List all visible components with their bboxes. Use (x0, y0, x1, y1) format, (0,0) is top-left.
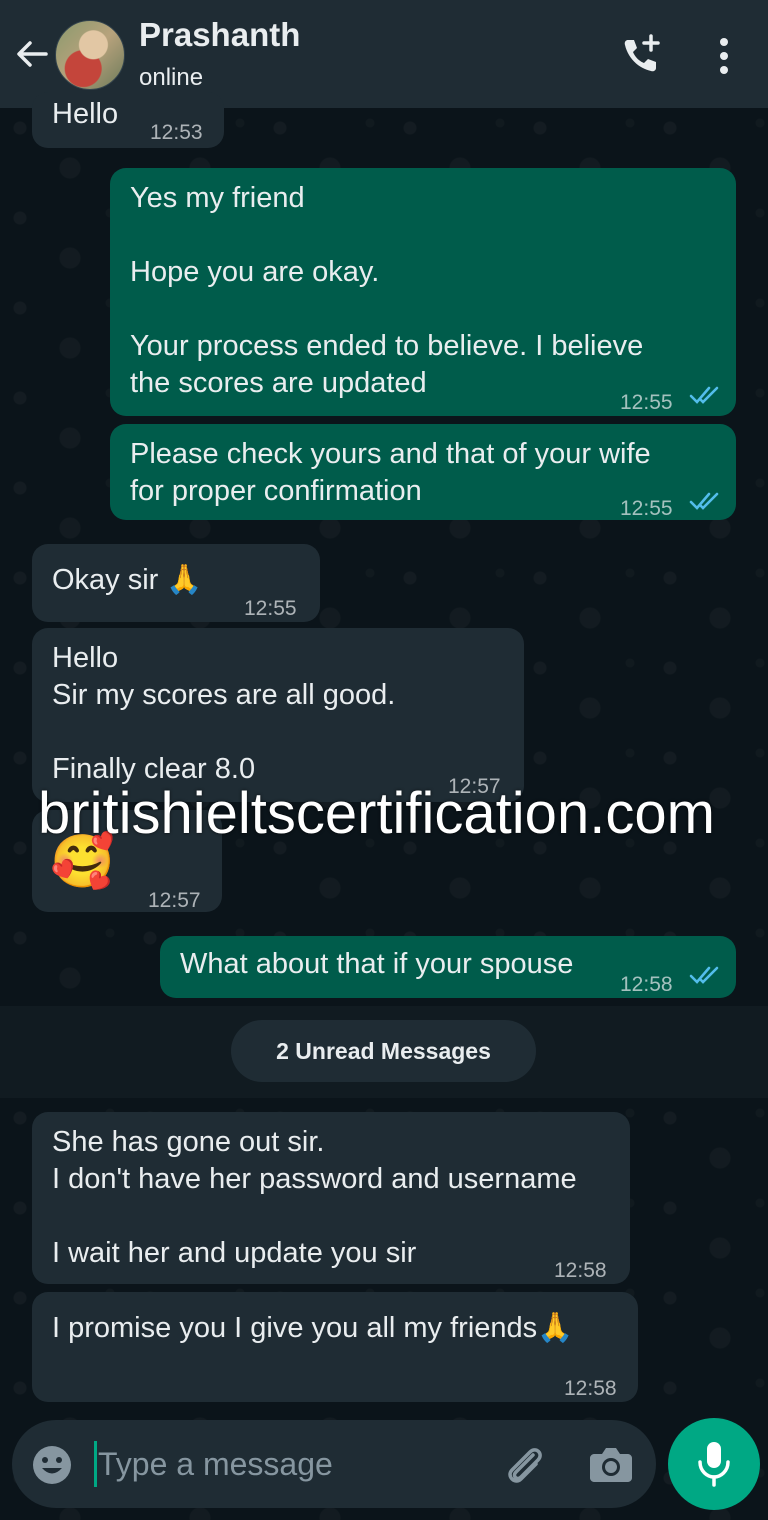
read-ticks-icon (689, 386, 719, 404)
message-text: Yes my friend Hope you are okay. Your pr… (130, 182, 644, 399)
message-text: What about that if your spouse (180, 948, 574, 980)
read-ticks-icon (689, 966, 719, 984)
mic-icon (698, 1442, 730, 1487)
message-text: Hello (52, 98, 119, 130)
message-input[interactable] (98, 1436, 458, 1492)
call-add-icon[interactable] (620, 32, 664, 76)
message-bubble-incoming[interactable]: Hello 12:53 (32, 92, 224, 148)
message-bubble-incoming[interactable]: Okay sir 🙏 12:55 (32, 544, 320, 622)
unread-messages-label: 2 Unread Messages (231, 1020, 536, 1082)
message-text: I promise you I give you all my friends🙏 (52, 1312, 574, 1344)
camera-icon[interactable] (588, 1442, 634, 1486)
message-time: 12:58 (620, 973, 673, 996)
read-ticks-icon (689, 492, 719, 510)
message-bubble-outgoing[interactable]: Please check yours and that of your wife… (110, 424, 736, 520)
message-bubble-incoming[interactable]: She has gone out sir. I don't have her p… (32, 1112, 630, 1284)
message-time: 12:57 (148, 889, 201, 912)
contact-name[interactable]: Prashanth (139, 16, 300, 54)
message-text: She has gone out sir. I don't have her p… (52, 1126, 577, 1269)
message-bubble-incoming[interactable]: Hello Sir my scores are all good. Finall… (32, 628, 524, 802)
attach-icon[interactable] (500, 1440, 550, 1490)
avatar[interactable] (55, 20, 125, 90)
mic-button[interactable] (668, 1418, 760, 1510)
message-time: 12:58 (554, 1259, 607, 1282)
message-bubble-outgoing[interactable]: What about that if your spouse 12:58 (160, 936, 736, 998)
message-time: 12:58 (564, 1377, 617, 1400)
message-bubble-incoming[interactable]: I promise you I give you all my friends🙏… (32, 1292, 638, 1402)
watermark-text: britishieltscertification.com (38, 781, 715, 846)
message-text: Hello Sir my scores are all good. Finall… (52, 642, 396, 785)
message-time: 12:55 (620, 497, 673, 520)
contact-status: online (139, 64, 204, 91)
message-time: 12:53 (150, 121, 203, 144)
back-arrow-icon[interactable] (12, 34, 52, 74)
text-cursor (94, 1441, 97, 1487)
more-vertical-icon[interactable] (712, 36, 736, 76)
message-bubble-outgoing[interactable]: Yes my friend Hope you are okay. Your pr… (110, 168, 736, 416)
message-time: 12:55 (244, 597, 297, 620)
message-text: Okay sir 🙏 (52, 564, 203, 596)
message-text: Please check yours and that of your wife… (130, 438, 651, 507)
emoji-icon[interactable] (30, 1443, 74, 1487)
message-time: 12:55 (620, 391, 673, 414)
